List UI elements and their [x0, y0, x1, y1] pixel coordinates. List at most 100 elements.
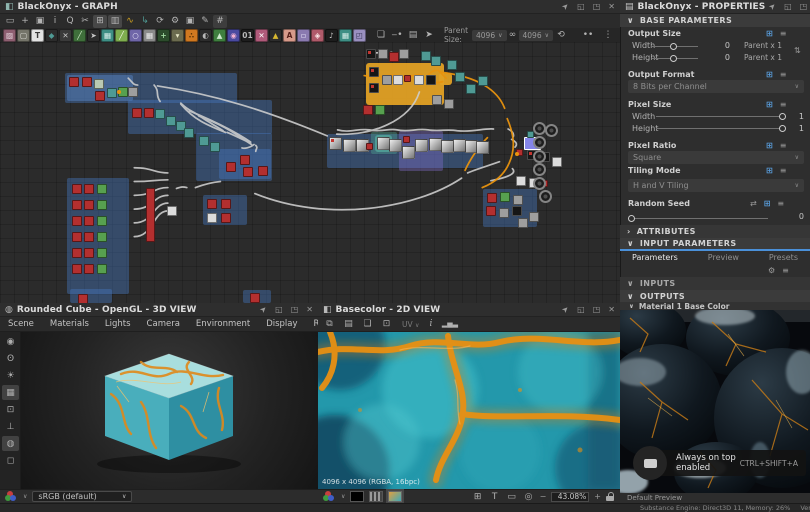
node-type-icon[interactable]: ◈ [311, 29, 324, 42]
graph-node[interactable] [72, 264, 82, 274]
tab[interactable]: Presets [763, 253, 804, 265]
graph-node[interactable] [166, 116, 176, 126]
link-wh-icon[interactable]: ⇅ [794, 46, 801, 55]
output-node[interactable] [533, 177, 546, 190]
parent-height-dropdown[interactable]: 4096∨ [519, 30, 554, 41]
image-display-icon[interactable] [388, 491, 402, 502]
graph-node[interactable] [369, 67, 379, 77]
graph-node[interactable] [431, 56, 441, 66]
menu-icon[interactable]: ≡ [782, 266, 789, 275]
close-icon[interactable]: ✕ [608, 305, 615, 314]
rail-tool-icon[interactable]: ◻ [2, 453, 19, 468]
graph-node[interactable] [432, 95, 442, 105]
parameter-menu-icon[interactable]: ≡ [780, 141, 787, 150]
output-node[interactable] [533, 122, 546, 135]
graph-node[interactable] [421, 51, 431, 61]
view2d-tool-icon[interactable]: ⧉ [322, 318, 337, 331]
height-slider[interactable] [652, 58, 698, 59]
expose-parameter-icon[interactable]: ⊞ [766, 100, 773, 109]
graph-tool-icon[interactable]: ▣ [183, 15, 197, 28]
view2d-viewport[interactable]: 4096 x 4096 (RGBA, 16bpc) [318, 332, 620, 489]
view2d-tool-icon[interactable]: ⊡ [379, 318, 394, 331]
graph-node[interactable] [97, 200, 107, 210]
graph-node[interactable] [366, 49, 376, 59]
graph-node[interactable] [250, 293, 260, 303]
color-channels-icon[interactable] [323, 491, 336, 502]
node-type-icon[interactable]: ▦ [101, 29, 114, 42]
graph-node[interactable] [155, 109, 165, 119]
parameter-menu-icon[interactable]: ≡ [780, 29, 787, 38]
node-type-icon[interactable]: 01 [241, 29, 254, 42]
node-type-icon[interactable]: + [157, 29, 170, 42]
menu-item[interactable]: Materials [42, 319, 97, 329]
graph-node[interactable] [146, 188, 155, 242]
gradient-display-icon[interactable] [369, 491, 383, 502]
graph-node[interactable] [403, 136, 410, 143]
graph-node[interactable] [447, 60, 457, 70]
node-type-icon[interactable]: ▦ [143, 29, 156, 42]
pin-icon[interactable]: ➤ [767, 1, 778, 12]
output-node[interactable] [533, 136, 546, 149]
background-color-swatch[interactable] [350, 491, 364, 502]
view2d-right-tool-icon[interactable]: ⊞ [472, 490, 484, 503]
graph-node[interactable] [144, 108, 154, 118]
pin-icon[interactable]: ➤ [560, 1, 571, 12]
rail-tool-icon[interactable]: ◉ [2, 334, 19, 349]
zoom-in-button[interactable]: + [594, 492, 601, 501]
graph-node[interactable] [210, 142, 220, 152]
node-type-icon[interactable]: ∴ [185, 29, 198, 42]
graph-tool-icon[interactable]: # [213, 15, 227, 28]
close-icon[interactable]: ✕ [608, 2, 615, 11]
graph-node[interactable] [95, 91, 105, 101]
menu-item[interactable]: Camera [139, 319, 188, 329]
graph-node[interactable] [78, 294, 88, 303]
graph-tool-icon[interactable]: ▥ [108, 15, 122, 28]
graph-node[interactable] [207, 199, 217, 209]
histogram-icon[interactable]: ▂▅▃ [442, 318, 457, 331]
colorspace-dropdown[interactable]: sRGB (default) ∨ [32, 491, 132, 502]
float-window-icon[interactable]: ◱ [275, 305, 283, 314]
view2d-tool-icon[interactable]: ▤ [341, 318, 356, 331]
graph-node[interactable] [426, 75, 436, 85]
node-graph-canvas[interactable] [0, 42, 620, 303]
graph-node[interactable] [132, 108, 142, 118]
graph-tool-icon[interactable]: Q [63, 15, 77, 28]
pixel-ratio-dropdown[interactable]: Square ∨ [628, 151, 804, 164]
expose-parameter-icon[interactable]: ⊞ [766, 70, 773, 79]
graph-node[interactable] [516, 149, 523, 156]
graph-node[interactable] [199, 136, 209, 146]
information-icon[interactable]: i [423, 318, 438, 331]
graph-node[interactable] [258, 166, 268, 176]
width-value[interactable]: 0 [716, 41, 730, 50]
graph-node[interactable] [466, 84, 476, 94]
section-base-parameters[interactable]: ∨ BASE PARAMETERS [620, 14, 810, 27]
pin-icon[interactable]: ➤ [258, 304, 269, 315]
graph-node[interactable] [221, 213, 231, 223]
height-value[interactable]: 0 [716, 53, 730, 62]
node-type-icon[interactable]: ▦ [339, 29, 352, 42]
graph-node[interactable] [402, 146, 415, 159]
graph-node[interactable] [97, 264, 107, 274]
expose-parameter-icon[interactable]: ⊞ [766, 141, 773, 150]
shuffle-icon[interactable]: ⇄ [750, 199, 757, 208]
node-type-icon[interactable]: ▲ [269, 29, 282, 42]
graph-node[interactable] [404, 75, 411, 82]
node-type-icon[interactable]: ◉ [227, 29, 240, 42]
node-type-icon[interactable]: ✕ [255, 29, 268, 42]
node-type-icon[interactable]: ╱ [73, 29, 86, 42]
graph-node[interactable] [184, 128, 194, 138]
link-size-icon[interactable]: ∞ [508, 29, 518, 42]
float-window-icon[interactable]: ◱ [577, 305, 585, 314]
rail-tool-icon[interactable]: ʘ [2, 351, 19, 366]
graph-node[interactable] [72, 248, 82, 258]
graph-node[interactable] [499, 208, 509, 218]
menu-item[interactable]: Display [258, 319, 305, 329]
graph-tool-icon[interactable]: ∿ [123, 15, 137, 28]
graph-tool-icon[interactable]: ▭ [3, 15, 17, 28]
node-type-icon[interactable]: A [283, 29, 296, 42]
graph-node[interactable] [97, 184, 107, 194]
output-format-dropdown[interactable]: 8 Bits per Channel ∨ [628, 80, 804, 93]
rail-tool-icon[interactable]: ⊥ [2, 419, 19, 434]
menu-item[interactable]: Environment [188, 319, 258, 329]
graph-node[interactable] [329, 137, 342, 150]
